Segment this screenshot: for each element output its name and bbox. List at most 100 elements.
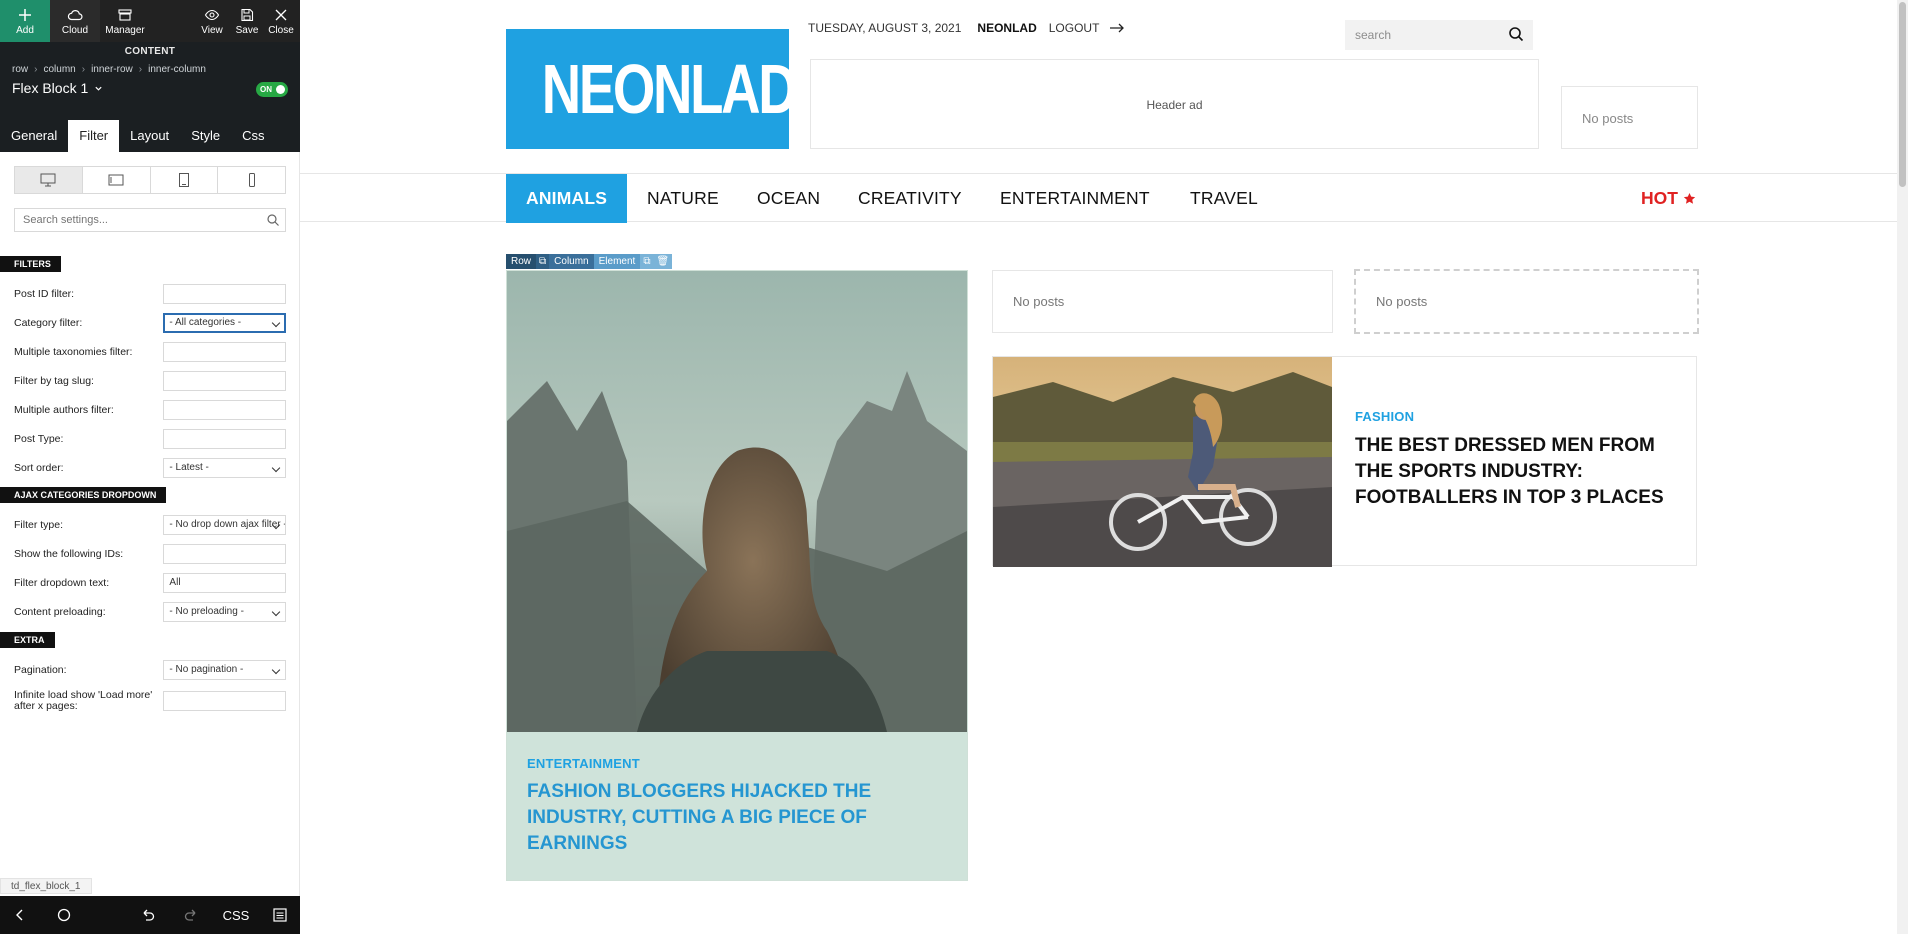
post-card-image[interactable] [993,357,1332,567]
category-select[interactable]: - All categories - [163,313,286,333]
filter-type-select[interactable]: - No drop down ajax filter - [163,515,286,535]
nav-item-ocean[interactable]: OCEAN [757,174,820,223]
arrow-right-icon [1110,23,1125,33]
view-button[interactable]: View [196,0,228,42]
logo-text: NEONLAD [541,50,798,128]
sort-order-select[interactable]: - Latest - [163,458,286,478]
tablet-landscape-icon [108,174,124,186]
close-label: Close [268,24,294,36]
tab-layout[interactable]: Layout [119,120,180,152]
breadcrumb-column[interactable]: column [43,64,75,75]
nav-item-entertainment[interactable]: ENTERTAINMENT [1000,174,1150,223]
filter-type-label: Filter type: [14,518,64,531]
redo-button[interactable] [176,896,206,934]
nav-item-animals[interactable]: ANIMALS [506,174,628,223]
category-label: Category filter: [14,316,83,329]
nav-item-hot[interactable]: HOT [1641,174,1696,223]
featured-post-image[interactable] [507,271,967,732]
dropdown-text-input[interactable]: All [163,573,286,593]
duplicate-element-icon[interactable]: ⧉ [640,254,654,269]
show-ids-input[interactable] [163,544,286,564]
undo-button[interactable] [133,896,163,934]
preloading-select[interactable]: - No preloading - [163,602,286,622]
site-search-input[interactable]: search [1345,20,1533,50]
section-extra-heading: EXTRA [0,632,55,648]
show-ids-label: Show the following IDs: [14,547,124,560]
post-card-title[interactable]: THE BEST DRESSED MEN FROM THE SPORTS IND… [1355,433,1675,511]
edit-element-button[interactable]: Element [593,254,641,269]
device-tablet-portrait-button[interactable] [151,167,219,193]
infinite-load-label: Infinite load show 'Load more' after x p… [14,689,153,712]
page-scrollbar[interactable] [1897,0,1908,934]
breadcrumb-separator-icon: › [34,64,38,75]
tag-slug-label: Filter by tag slug: [14,374,94,387]
post-card-category[interactable]: FASHION [1355,409,1414,424]
back-button[interactable] [5,896,35,934]
logout-link[interactable]: LOGOUT [1049,21,1100,35]
field-show-ids: Show the following IDs: [14,544,286,564]
main-nav: ANIMALS NATURE OCEAN CREATIVITY ENTERTAI… [300,173,1908,223]
nav-item-creativity[interactable]: CREATIVITY [858,174,962,223]
infinite-load-input[interactable] [163,691,286,711]
manager-label: Manager [105,24,145,36]
tablet-portrait-icon [178,173,189,187]
no-posts-placeholder: No posts [992,270,1333,333]
block-title-dropdown[interactable]: Flex Block 1 [12,80,103,96]
breadcrumb-inner-row[interactable]: inner-row [91,64,133,75]
cloud-button[interactable]: Cloud [50,0,100,42]
save-button[interactable]: Save [232,0,262,42]
taxonomies-input[interactable] [163,342,286,362]
manager-button[interactable]: Manager [100,0,150,42]
search-icon[interactable] [1508,26,1524,42]
tab-css[interactable]: Css [231,120,275,152]
featured-post-title[interactable]: FASHION BLOGGERS HIJACKED THE INDUSTRY, … [527,779,947,857]
header-no-posts: No posts [1561,86,1698,149]
block-title: Flex Block 1 [12,80,89,96]
breadcrumb-row[interactable]: row [12,64,28,75]
tab-style[interactable]: Style [180,120,231,152]
tab-filter[interactable]: Filter [68,120,120,152]
scrollbar-thumb[interactable] [1899,2,1906,187]
circle-icon [57,908,71,922]
device-desktop-button[interactable] [15,167,83,193]
tag-slug-input[interactable] [163,371,286,391]
block-toggle[interactable]: ON [256,82,288,97]
breadcrumb-inner-column[interactable]: inner-column [148,64,206,75]
panel-header: CONTENT row › column › inner-row › inner… [0,42,300,120]
trash-icon[interactable]: 🗑 [653,254,673,269]
pagination-select[interactable]: - No pagination - [163,660,286,680]
site-logo[interactable]: NEONLAD [506,29,798,149]
authors-input[interactable] [163,400,286,420]
close-icon [275,9,287,20]
settings-search-input[interactable] [14,208,286,232]
edit-column-button[interactable]: Column [549,254,594,269]
pagination-label: Pagination: [14,663,67,676]
tab-general[interactable]: General [0,120,68,152]
edit-row-button[interactable]: Row [506,254,537,269]
device-phone-button[interactable] [218,167,285,193]
desktop-icon [40,173,56,187]
featured-post[interactable]: ENTERTAINMENT FASHION BLOGGERS HIJACKED … [506,270,968,881]
post-id-label: Post ID filter: [14,287,75,300]
top-bar: TUESDAY, AUGUST 3, 2021 NEONLAD LOGOUT [808,21,1125,35]
list-button[interactable] [265,896,295,934]
add-button[interactable]: Add [0,0,50,42]
search-icon [267,214,279,226]
username-link[interactable]: NEONLAD [977,21,1036,35]
field-authors: Multiple authors filter: [14,400,286,420]
chevron-left-icon [16,909,23,921]
cloud-icon [67,9,83,20]
post-card[interactable]: FASHION THE BEST DRESSED MEN FROM THE SP… [992,356,1697,567]
home-button[interactable] [49,896,79,934]
nav-item-nature[interactable]: NATURE [647,174,719,223]
duplicate-row-icon[interactable]: ⧉ [536,254,550,269]
close-button[interactable]: Close [266,0,296,42]
featured-post-category[interactable]: ENTERTAINMENT [527,756,640,771]
nav-item-travel[interactable]: TRAVEL [1190,174,1258,223]
post-id-input[interactable] [163,284,286,304]
field-taxonomies: Multiple taxonomies filter: [14,342,286,362]
css-button[interactable]: CSS [219,896,253,934]
editor-bottom-bar: CSS [0,896,300,934]
device-tablet-landscape-button[interactable] [83,167,151,193]
post-type-input[interactable] [163,429,286,449]
